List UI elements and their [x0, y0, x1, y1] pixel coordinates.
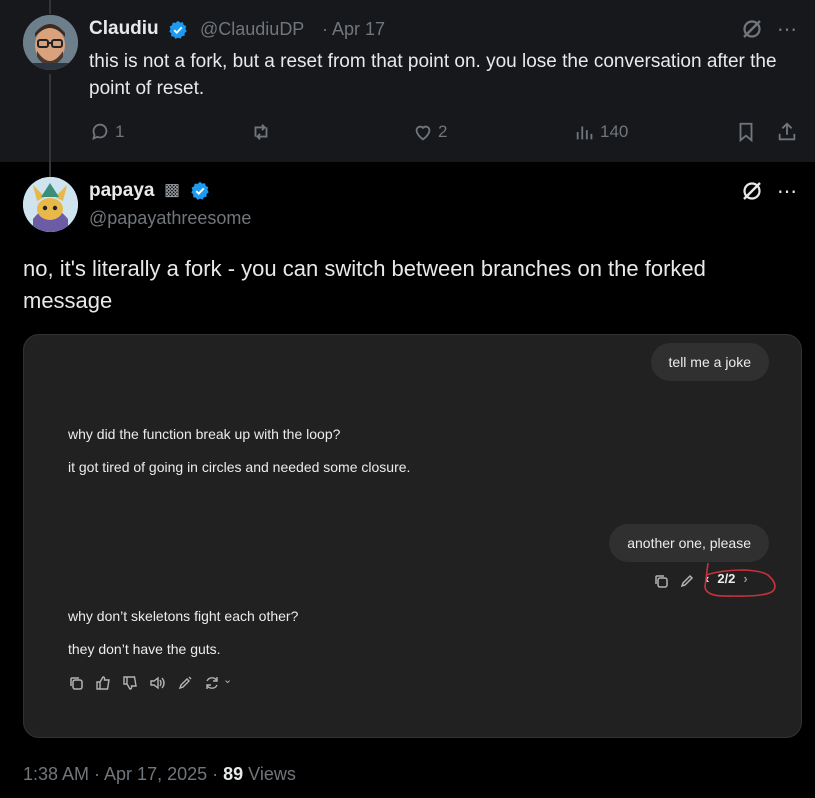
author-name[interactable]: Claudiu — [89, 18, 159, 40]
verified-badge-icon — [191, 181, 209, 200]
like-button[interactable]: 2 — [412, 118, 447, 146]
thumbs-down-icon[interactable] — [122, 675, 138, 691]
post-date[interactable]: · Apr 17 — [322, 19, 385, 40]
post-metadata: 1:38 AM · Apr 17, 2025 · 89 Views — [23, 764, 296, 785]
thumbs-up-icon[interactable] — [95, 675, 111, 691]
bookmark-button[interactable] — [735, 118, 757, 146]
like-count: 2 — [438, 122, 448, 141]
more-options-icon[interactable]: ⋯ — [777, 179, 798, 204]
author-handle[interactable]: @papayathreesome — [89, 208, 251, 229]
user-message-bubble: tell me a joke — [650, 343, 769, 381]
assistant-text-line: why don’t skeletons fight each other? — [68, 608, 299, 624]
reply-button[interactable]: 1 — [89, 118, 124, 146]
copy-icon[interactable] — [68, 675, 84, 691]
post-timestamp[interactable]: 1:38 AM · Apr 17, 2025 · — [23, 764, 223, 784]
author-name[interactable]: papaya — [89, 180, 154, 202]
retweet-button[interactable] — [250, 118, 276, 146]
views-total: 89 — [223, 764, 244, 784]
chevron-down-icon[interactable]: ⌄ — [223, 673, 232, 686]
assistant-text-line: why did the function break up with the l… — [68, 426, 341, 442]
avatar[interactable] — [23, 15, 78, 70]
grok-icon[interactable] — [740, 17, 764, 41]
views-button[interactable]: 140 — [574, 118, 628, 146]
views-label: Views — [243, 764, 296, 784]
reply-text: this is not a fork, but a reset from tha… — [89, 51, 777, 99]
avatar[interactable] — [23, 177, 78, 232]
share-icon — [778, 122, 796, 141]
attached-image[interactable]: tell me a joke why did the function brea… — [23, 334, 802, 738]
thread-line — [49, 0, 51, 14]
tweet-text: no, it's literally a fork - you can swit… — [23, 256, 706, 313]
edit-canvas-icon[interactable] — [177, 675, 193, 691]
analytics-icon — [576, 126, 593, 140]
verified-badge-icon — [169, 20, 187, 39]
assistant-text-line: it got tired of going in circles and nee… — [68, 459, 411, 475]
action-bar: 1 2 140 — [89, 118, 809, 146]
grok-icon[interactable] — [740, 179, 764, 203]
speaker-icon[interactable] — [149, 675, 165, 691]
reply-icon — [92, 123, 108, 140]
share-button[interactable] — [776, 118, 798, 146]
name-emoji: ▩ — [164, 180, 181, 199]
more-options-icon[interactable]: ⋯ — [777, 17, 798, 42]
thread-line — [49, 74, 51, 184]
copy-icon[interactable] — [653, 573, 669, 589]
heart-icon — [415, 125, 431, 141]
reply-count: 1 — [115, 122, 125, 141]
retweet-icon — [254, 124, 268, 140]
regenerate-icon[interactable] — [204, 675, 220, 691]
views-count: 140 — [600, 122, 629, 141]
bookmark-icon — [739, 122, 753, 143]
assistant-text-line: they don’t have the guts. — [68, 641, 221, 657]
author-handle[interactable]: @ClaudiuDP — [200, 19, 304, 40]
reply-tweet[interactable]: Claudiu @ClaudiuDP · Apr 17 ⋯ this is no… — [0, 0, 815, 184]
annotation-circle — [704, 562, 776, 597]
edit-icon[interactable] — [679, 573, 695, 589]
